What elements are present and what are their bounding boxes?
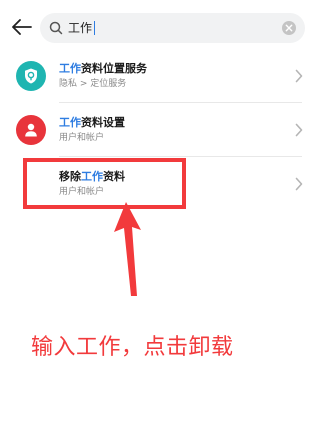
chevron-right-icon: [295, 123, 303, 137]
person-icon: [16, 115, 46, 145]
divider: [59, 156, 302, 157]
search-input[interactable]: [68, 18, 268, 38]
result-item-work-profile-location[interactable]: 工作资料位置服务 隐私 > 定位服务: [0, 50, 320, 102]
divider: [59, 102, 302, 103]
result-subtitle: 用户和帐户: [59, 133, 105, 143]
shield-location-icon: [16, 61, 46, 91]
chevron-right-icon: [295, 69, 303, 83]
search-header: [0, 0, 320, 52]
result-subtitle: 隐私 > 定位服务: [59, 79, 127, 89]
title-rest: 资料位置服务: [81, 62, 147, 75]
annotation-instruction: 输入工作，点击卸载: [31, 335, 234, 360]
chevron-right-icon: [295, 177, 303, 191]
title-rest: 资料设置: [81, 116, 125, 129]
text-cursor: [94, 21, 95, 35]
annotation-arrow-icon: [114, 202, 141, 296]
result-item-work-profile-settings[interactable]: 工作资料设置 用户和帐户: [0, 104, 320, 156]
result-title: 工作资料设置: [59, 116, 125, 130]
search-icon: [48, 20, 64, 36]
back-button[interactable]: [9, 14, 35, 40]
title-highlight: 工作: [59, 62, 81, 75]
arrow-left-icon: [12, 19, 32, 35]
search-bar[interactable]: [40, 13, 305, 43]
clear-search-button[interactable]: [281, 20, 297, 36]
result-title: 工作资料位置服务: [59, 62, 147, 76]
clear-icon: [282, 21, 296, 35]
title-highlight: 工作: [59, 116, 81, 129]
